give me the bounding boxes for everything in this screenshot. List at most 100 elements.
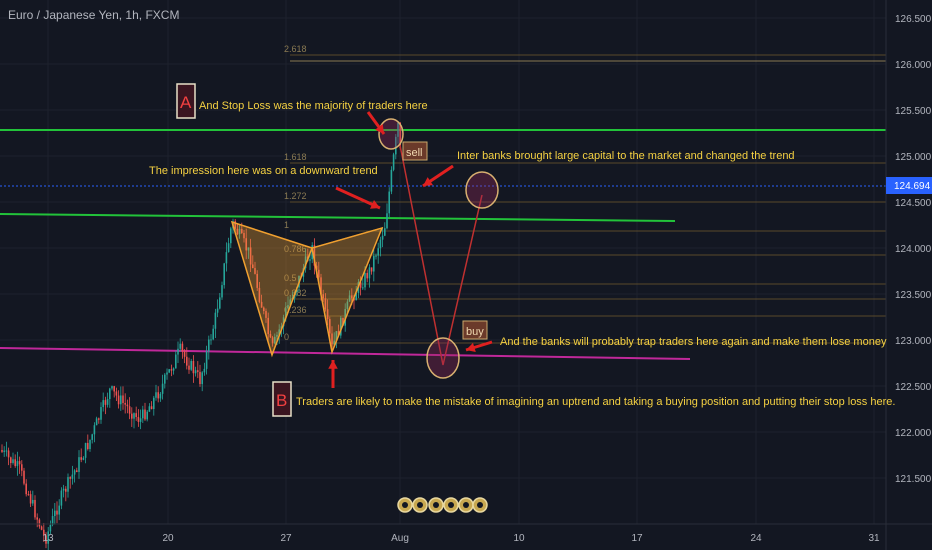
candle-body [60, 490, 63, 506]
candle-body [386, 213, 388, 229]
event-icon-center [448, 502, 454, 508]
event-icon-center [463, 502, 469, 508]
candle-body [29, 494, 32, 504]
candle-body [91, 434, 93, 440]
candle-body [199, 371, 201, 385]
buy-label: buy [466, 326, 484, 338]
candle-body [128, 406, 131, 414]
candle-body [84, 442, 87, 458]
candle-body [227, 243, 230, 253]
candle-body [366, 272, 368, 279]
candle-body [113, 386, 115, 392]
fib-label: 0 [284, 332, 289, 342]
candle-body [106, 399, 109, 405]
target-circle [465, 171, 499, 209]
candle-body [102, 400, 104, 408]
candle-body [368, 267, 371, 279]
candle-body [197, 370, 199, 372]
magenta-trendline [0, 347, 691, 360]
candle-body [25, 483, 27, 495]
candle-body [104, 400, 107, 405]
candle-body [115, 391, 118, 396]
candle-body [87, 442, 89, 450]
candle-body [67, 477, 69, 492]
event-icon-center [433, 502, 439, 508]
candle-body [14, 459, 16, 467]
candle-body [203, 368, 206, 373]
fib-label: 2.618 [284, 44, 307, 54]
grid [0, 0, 886, 524]
candle-body [223, 263, 225, 286]
candle-body [10, 457, 12, 464]
candle-body [170, 369, 173, 371]
candle-body [40, 526, 43, 530]
arrow-mistake-head [328, 360, 338, 369]
candle-body [210, 339, 212, 341]
candle-body [362, 287, 364, 289]
pattern-bcd [311, 226, 384, 355]
candle-body [392, 154, 395, 170]
candle-body [188, 365, 190, 370]
candle-body [181, 343, 184, 352]
candle-body [54, 510, 56, 517]
candle-body [73, 470, 76, 475]
candle-body [375, 255, 377, 257]
fib-label: 1.618 [284, 152, 307, 162]
candle-body [100, 407, 102, 420]
candle-body [82, 457, 85, 460]
candle-body [373, 256, 375, 272]
x-tick-label: 27 [280, 533, 292, 544]
x-tick-label: 24 [750, 533, 762, 544]
candle-body [190, 361, 192, 370]
green-trendline [0, 213, 676, 222]
fib-levels: 2.6181.6181.27210.7860.50.3820.2360 [284, 44, 886, 344]
symbol-title: Euro / Japanese Yen, 1h, FXCM [8, 8, 180, 22]
candle-body [186, 356, 188, 366]
candle-body [5, 450, 8, 452]
candle-body [56, 510, 58, 515]
candle-body [144, 409, 146, 420]
chart-panel[interactable]: 2.6181.6181.27210.7860.50.3820.2360 126.… [0, 0, 932, 550]
candle-body [139, 418, 142, 422]
candle-body [80, 457, 82, 460]
x-tick-label: 17 [631, 533, 643, 544]
candle-body [65, 488, 67, 492]
candle-body [131, 413, 133, 419]
drawn-lines [0, 129, 886, 360]
candle-body [166, 372, 168, 375]
candle-body [7, 450, 10, 458]
label-a: A [180, 93, 192, 112]
candle-body [137, 416, 140, 422]
candle-body [146, 411, 148, 420]
candle-body [164, 374, 166, 384]
time-axis: 13 20 27 Aug 10 17 24 31 [0, 523, 932, 544]
y-tick-label: 121.500 [895, 474, 932, 485]
candle-body [71, 474, 74, 479]
x-tick-label: 20 [162, 533, 174, 544]
harmonic-pattern [230, 220, 384, 358]
candle-body [221, 285, 223, 298]
x-tick-label: 13 [42, 533, 54, 544]
sell-label: sell [406, 147, 423, 159]
candle-body [36, 517, 38, 520]
candle-body [225, 252, 228, 264]
candle-body [177, 348, 179, 355]
price-chart[interactable]: 2.6181.6181.27210.7860.50.3820.2360 126.… [0, 0, 932, 550]
x-tick-label: 31 [868, 533, 880, 544]
candle-body [370, 267, 373, 272]
candle-body [69, 477, 71, 479]
candle-body [175, 354, 177, 369]
candle-body [384, 228, 386, 236]
y-tick-label: 125.500 [895, 106, 932, 117]
x-tick-label: Aug [391, 533, 409, 544]
candle-body [168, 369, 170, 373]
impression-annotation: The impression here was on a downward tr… [149, 165, 378, 177]
event-icons[interactable] [397, 497, 488, 513]
candle-body [120, 395, 122, 405]
candle-body [3, 450, 5, 452]
candle-body [388, 191, 390, 214]
candle-body [76, 470, 78, 472]
candle-body [230, 228, 232, 244]
candle-body [98, 418, 100, 420]
candle-body [12, 459, 14, 464]
